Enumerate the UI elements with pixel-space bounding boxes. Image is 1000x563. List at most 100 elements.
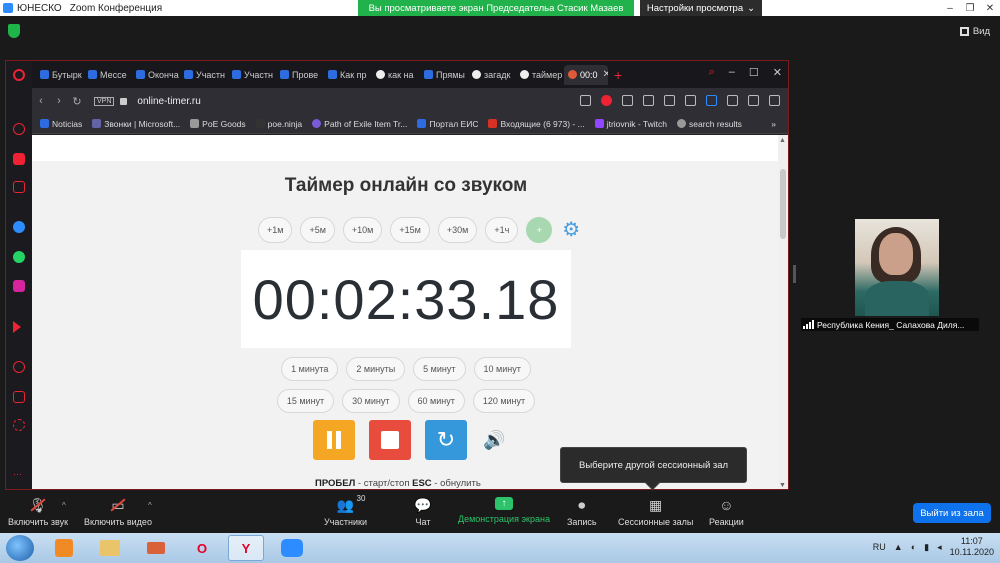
reactions-button[interactable]: ☺ Реакции bbox=[709, 497, 744, 527]
media-player-icon[interactable] bbox=[46, 535, 82, 561]
add-5m-button[interactable]: +5м bbox=[300, 217, 335, 243]
bookmark[interactable]: Портал ЕИС bbox=[417, 119, 478, 129]
panel-resize-handle[interactable] bbox=[793, 265, 796, 283]
start-video-button[interactable]: ▭ Включить видео bbox=[84, 497, 152, 528]
preset-2min-button[interactable]: 2 минуты bbox=[346, 357, 406, 381]
preset-5min-button[interactable]: 5 минут bbox=[413, 357, 466, 381]
tab[interactable]: Участн bbox=[228, 65, 276, 85]
preset-15min-button[interactable]: 15 минут bbox=[276, 389, 335, 413]
send-icon[interactable] bbox=[622, 95, 633, 106]
sound-icon[interactable]: 🔊 bbox=[483, 430, 505, 451]
view-button[interactable]: Вид bbox=[959, 26, 990, 37]
stop-button[interactable] bbox=[369, 420, 411, 460]
tab-close-icon[interactable]: ✕ bbox=[603, 69, 608, 80]
participants-button[interactable]: 👥 30 Участники bbox=[324, 494, 367, 527]
vpn-badge[interactable]: VPN bbox=[94, 96, 115, 106]
tab[interactable]: Участн bbox=[180, 65, 228, 85]
search-icon[interactable]: ⌕ bbox=[709, 66, 715, 79]
close-button[interactable]: ✕ bbox=[980, 0, 1000, 16]
adblock-icon[interactable] bbox=[601, 95, 612, 106]
tab[interactable]: Бутырк bbox=[36, 65, 84, 85]
tab-active[interactable]: 00:0✕ bbox=[564, 64, 608, 85]
bookmark[interactable]: Noticias bbox=[40, 119, 82, 129]
download-icon[interactable] bbox=[748, 95, 759, 106]
tab[interactable]: Мессе bbox=[84, 65, 132, 85]
scroll-down-icon[interactable]: ▼ bbox=[779, 482, 786, 489]
box-icon[interactable] bbox=[13, 391, 25, 403]
messenger-icon[interactable] bbox=[13, 221, 25, 233]
cube-icon[interactable] bbox=[727, 95, 738, 106]
preset-1min-button[interactable]: 1 минута bbox=[281, 357, 339, 381]
reload-icon[interactable]: ↻ bbox=[68, 95, 86, 108]
close-button[interactable]: ✕ bbox=[773, 66, 782, 79]
tab[interactable]: Прове bbox=[276, 65, 324, 85]
tab[interactable]: Как пр bbox=[324, 65, 372, 85]
tab[interactable]: Прямы bbox=[420, 65, 468, 85]
add-1m-button[interactable]: +1м bbox=[258, 217, 293, 243]
yandex-browser-icon[interactable]: Y bbox=[228, 535, 264, 561]
minimize-button[interactable]: – bbox=[729, 66, 735, 79]
reset-button[interactable]: ↻ bbox=[425, 420, 467, 460]
lock-icon[interactable] bbox=[120, 97, 128, 105]
security-shield-icon[interactable] bbox=[8, 24, 20, 38]
bookmark[interactable]: Входящие (6 973) - ... bbox=[488, 119, 585, 129]
minimize-button[interactable]: – bbox=[940, 0, 960, 16]
page-scrollbar[interactable]: ▲ ▼ bbox=[778, 135, 788, 489]
unmute-button[interactable]: 🎙 Включить звук bbox=[8, 497, 68, 528]
show-hidden-icons-icon[interactable]: ▲ bbox=[894, 542, 903, 552]
tab[interactable]: Оконча bbox=[132, 65, 180, 85]
forward-icon[interactable]: › bbox=[50, 95, 68, 107]
view-options-button[interactable]: Настройки просмотра ⌄ bbox=[640, 0, 762, 16]
history-icon[interactable] bbox=[13, 361, 25, 373]
bookmarks-more-icon[interactable]: » bbox=[771, 119, 776, 129]
preset-30min-button[interactable]: 30 минут bbox=[342, 389, 400, 413]
language-indicator[interactable]: RU bbox=[873, 542, 886, 552]
bookmark[interactable]: search results bbox=[677, 119, 742, 129]
player-icon[interactable] bbox=[13, 321, 21, 333]
new-tab-button[interactable]: + bbox=[614, 67, 622, 83]
record-button[interactable]: ⏺ Запись bbox=[567, 497, 597, 528]
leave-room-button[interactable]: Выйти из зала bbox=[913, 503, 991, 523]
chart-icon[interactable] bbox=[664, 95, 675, 106]
start-button[interactable] bbox=[6, 535, 34, 561]
whatsapp-icon[interactable] bbox=[13, 251, 25, 263]
network-icon[interactable]: ▮ bbox=[924, 542, 929, 553]
heart-icon[interactable] bbox=[643, 95, 654, 106]
opera-logo-icon[interactable] bbox=[13, 69, 25, 81]
url-field[interactable]: online-timer.ru bbox=[137, 96, 200, 107]
add-30m-button[interactable]: +30м bbox=[437, 217, 478, 243]
tab[interactable]: таймер bbox=[516, 65, 564, 85]
preset-60min-button[interactable]: 60 минут bbox=[407, 389, 465, 413]
preset-120min-button[interactable]: 120 минут bbox=[472, 389, 536, 413]
back-icon[interactable]: ‹ bbox=[32, 95, 50, 107]
zoom-app-icon[interactable] bbox=[274, 535, 310, 561]
add-10m-button[interactable]: +10м bbox=[342, 217, 383, 243]
menu-icon[interactable] bbox=[769, 95, 780, 106]
maximize-button[interactable]: ☐ bbox=[749, 66, 759, 79]
bookmark[interactable]: poe.ninja bbox=[255, 119, 302, 129]
breakout-rooms-button[interactable]: ▦ Сессионные залы bbox=[618, 497, 693, 528]
shopping-icon[interactable] bbox=[13, 153, 25, 165]
tab[interactable]: как на bbox=[372, 65, 420, 85]
app-icon[interactable] bbox=[138, 535, 174, 561]
file-explorer-icon[interactable] bbox=[92, 535, 128, 561]
chat-button[interactable]: 💬 Чат bbox=[414, 497, 432, 528]
gear-icon[interactable]: ⚙ bbox=[560, 218, 582, 241]
twitch-icon[interactable] bbox=[13, 181, 25, 193]
add-custom-button[interactable]: + bbox=[526, 217, 553, 243]
bookmark[interactable]: PoE Goods bbox=[190, 119, 246, 129]
speaker-icon[interactable]: ◂ bbox=[937, 542, 942, 553]
clock[interactable]: 11:07 10.11.2020 bbox=[950, 536, 994, 558]
more-icon[interactable]: ··· bbox=[13, 469, 25, 481]
settings-icon[interactable] bbox=[13, 419, 25, 431]
opera-icon[interactable]: O bbox=[184, 535, 220, 561]
add-1h-button[interactable]: +1ч bbox=[485, 217, 519, 243]
add-15m-button[interactable]: +15м bbox=[390, 217, 430, 243]
participant-video[interactable] bbox=[855, 219, 939, 316]
speed-dial-icon[interactable] bbox=[13, 123, 25, 135]
instagram-icon[interactable] bbox=[13, 280, 25, 292]
bookmark[interactable]: Path of Exile Item Tr... bbox=[312, 119, 407, 129]
volume-icon[interactable]: ◐ bbox=[911, 542, 916, 552]
translate-icon[interactable] bbox=[706, 95, 717, 106]
preset-10min-button[interactable]: 10 минут bbox=[473, 357, 531, 381]
